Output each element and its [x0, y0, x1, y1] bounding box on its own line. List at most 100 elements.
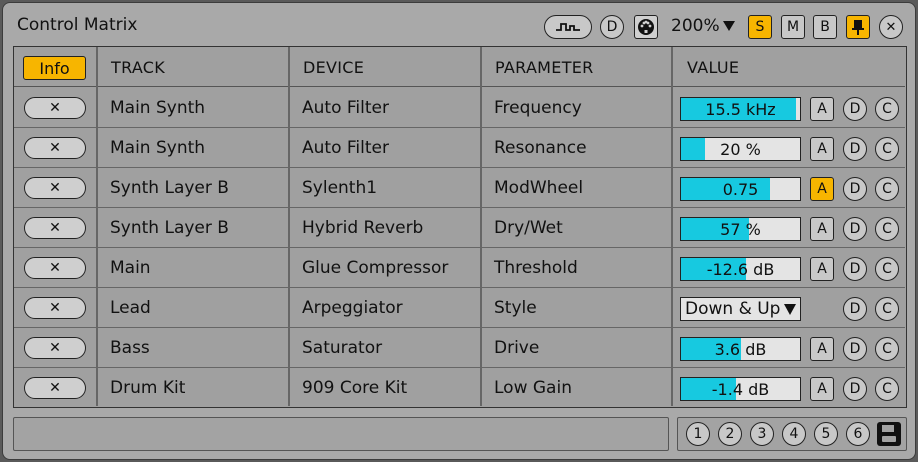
header-value: VALUE	[687, 57, 740, 77]
track-name: Main	[110, 258, 151, 278]
automation-button[interactable]: A	[810, 137, 834, 161]
value-slider[interactable]: 3.6 dB	[680, 337, 801, 361]
default-button[interactable]: D	[843, 377, 867, 401]
value-text: 0.75	[722, 179, 759, 199]
table-row: ✕ Lead Arpeggiator Style Down & Up D C	[14, 288, 905, 328]
parameter-name: Threshold	[494, 258, 578, 278]
value-slider[interactable]: 15.5 kHz	[680, 97, 801, 121]
zoom-dropdown[interactable]: 200%	[671, 16, 735, 36]
midi-button[interactable]	[634, 15, 658, 39]
chevron-down-icon	[784, 303, 797, 315]
clear-button[interactable]: C	[875, 137, 899, 161]
save-icon[interactable]	[877, 422, 901, 446]
map-mode-button[interactable]	[544, 15, 592, 39]
parameter-name: Style	[494, 298, 537, 318]
default-button[interactable]: D	[843, 137, 867, 161]
device-name: Sylenth1	[302, 178, 378, 198]
table-header: Info TRACK DEVICE PARAMETER VALUE	[14, 47, 905, 87]
automation-button[interactable]: A	[810, 337, 834, 361]
slot-4-button[interactable]: 4	[782, 422, 806, 446]
signal-icon	[556, 23, 580, 31]
title-bar: Control Matrix D 200% S M B ✕	[3, 3, 917, 47]
slot-3-button[interactable]: 3	[750, 422, 774, 446]
track-name: Synth Layer B	[110, 178, 229, 198]
preset-slots: 1 2 3 4 5 6	[677, 417, 907, 451]
default-button[interactable]: D	[843, 337, 867, 361]
header-parameter: PARAMETER	[495, 57, 594, 77]
remove-mapping-button[interactable]: ✕	[24, 337, 86, 359]
value-dropdown[interactable]: Down & Up	[680, 297, 801, 321]
value-slider[interactable]: -12.6 dB	[680, 257, 801, 281]
table-row: ✕ Synth Layer B Sylenth1 ModWheel 0.75 A D C	[14, 168, 905, 208]
track-name: Synth Layer B	[110, 218, 229, 238]
automation-button[interactable]: A	[810, 377, 834, 401]
value-text: 3.6 dB	[714, 339, 767, 359]
track-name: Bass	[110, 338, 150, 358]
clear-button[interactable]: C	[875, 97, 899, 121]
value-text: 57 %	[720, 219, 761, 239]
remove-mapping-button[interactable]: ✕	[24, 217, 86, 239]
device-name: Glue Compressor	[302, 258, 449, 278]
close-icon[interactable]: ✕	[879, 15, 903, 39]
clear-button[interactable]: C	[875, 177, 899, 201]
clear-button[interactable]: C	[875, 377, 899, 401]
device-name: Arpeggiator	[302, 298, 403, 318]
parameter-name: Frequency	[494, 98, 582, 118]
default-button[interactable]: D	[843, 97, 867, 121]
detail-button[interactable]: D	[600, 15, 624, 39]
slot-6-button[interactable]: 6	[846, 422, 870, 446]
info-button[interactable]: Info	[23, 56, 86, 80]
toggle-b-button[interactable]: B	[813, 15, 837, 39]
device-name: Hybrid Reverb	[302, 218, 424, 238]
clear-button[interactable]: C	[875, 337, 899, 361]
chevron-down-icon	[722, 21, 735, 31]
automation-button[interactable]: A	[810, 177, 834, 201]
clear-button[interactable]: C	[875, 297, 899, 321]
clear-button[interactable]: C	[875, 257, 899, 281]
table-row: ✕ Main Glue Compressor Threshold -12.6 dB A D C	[14, 248, 905, 288]
table-row: ✕ Bass Saturator Drive 3.6 dB A D C	[14, 328, 905, 368]
slot-5-button[interactable]: 5	[814, 422, 838, 446]
automation-button[interactable]: A	[810, 217, 834, 241]
default-button[interactable]: D	[843, 217, 867, 241]
slot-2-button[interactable]: 2	[718, 422, 742, 446]
toggle-m-button[interactable]: M	[781, 15, 805, 39]
automation-button[interactable]: A	[810, 97, 834, 121]
default-button[interactable]: D	[843, 257, 867, 281]
value-text: Down & Up	[685, 299, 781, 319]
value-slider[interactable]: 20 %	[680, 137, 801, 161]
remove-mapping-button[interactable]: ✕	[24, 177, 86, 199]
pin-button[interactable]	[846, 15, 870, 39]
value-slider[interactable]: -1.4 dB	[680, 377, 801, 401]
remove-mapping-button[interactable]: ✕	[24, 377, 86, 399]
value-slider[interactable]: 0.75	[680, 177, 801, 201]
value-slider[interactable]: 57 %	[680, 217, 801, 241]
table-row: ✕ Main Synth Auto Filter Frequency 15.5 kHz A…	[14, 88, 905, 128]
table-row: ✕ Main Synth Auto Filter Resonance 20 % A D C	[14, 128, 905, 168]
zoom-value: 200%	[671, 16, 720, 36]
track-name: Drum Kit	[110, 378, 186, 398]
clear-button[interactable]: C	[875, 217, 899, 241]
status-field[interactable]	[13, 417, 669, 451]
default-button[interactable]: D	[843, 297, 867, 321]
remove-mapping-button[interactable]: ✕	[24, 257, 86, 279]
slot-1-button[interactable]: 1	[686, 422, 710, 446]
remove-mapping-button[interactable]: ✕	[24, 137, 86, 159]
default-button[interactable]: D	[843, 177, 867, 201]
remove-mapping-button[interactable]: ✕	[24, 297, 86, 319]
automation-button[interactable]: A	[810, 257, 834, 281]
value-text: -12.6 dB	[706, 259, 775, 279]
value-text: -1.4 dB	[711, 379, 770, 399]
device-title: Control Matrix	[17, 15, 138, 35]
mapping-table: Info TRACK DEVICE PARAMETER VALUE ✕ Main …	[13, 46, 907, 408]
toggle-s-button[interactable]: S	[748, 15, 772, 39]
header-track: TRACK	[111, 57, 166, 77]
parameter-name: Resonance	[494, 138, 587, 158]
remove-mapping-button[interactable]: ✕	[24, 97, 86, 119]
device-name: Auto Filter	[302, 138, 389, 158]
table-row: ✕ Drum Kit 909 Core Kit Low Gain -1.4 dB A D C	[14, 368, 905, 408]
midi-icon	[638, 19, 654, 35]
control-matrix-device: Control Matrix D 200% S M B ✕ Info TRACK…	[2, 2, 916, 460]
track-name: Main Synth	[110, 98, 206, 118]
parameter-name: ModWheel	[494, 178, 584, 198]
